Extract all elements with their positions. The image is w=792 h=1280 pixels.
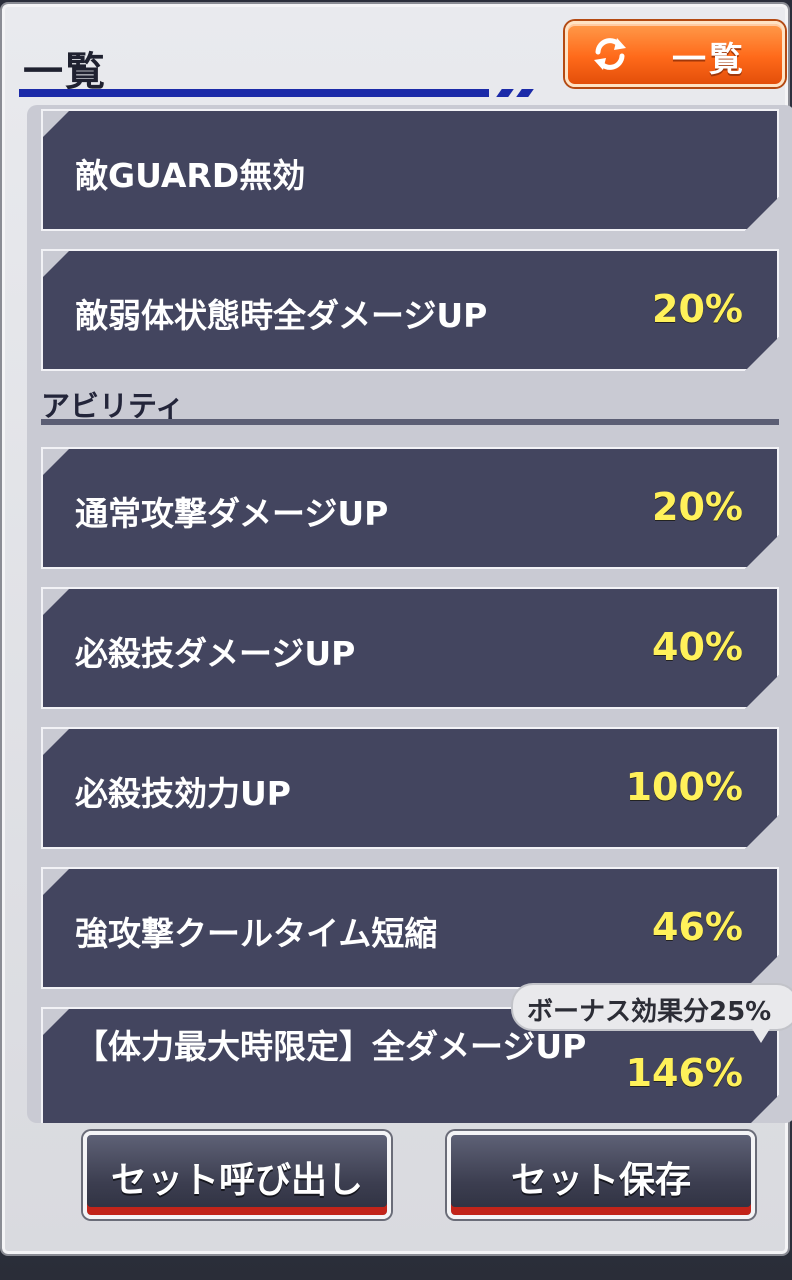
effect-name: 敵弱体状態時全ダメージUP xyxy=(75,296,488,335)
ability-card: 通常攻撃ダメージUP 20% xyxy=(41,447,779,569)
effects-list[interactable]: 敵GUARD無効 敵弱体状態時全ダメージUP 20% アビリティ 通常攻撃ダメー… xyxy=(27,105,792,1123)
bonus-tooltip-text: ボーナス効果分25% xyxy=(527,997,772,1027)
section-divider xyxy=(41,419,779,425)
ability-value: 20% xyxy=(652,485,743,529)
ability-name: 強攻撃クールタイム短縮 xyxy=(75,914,438,953)
load-set-label: セット呼び出し xyxy=(110,1160,363,1201)
ability-value: 146% xyxy=(625,1051,743,1095)
effect-card: 敵弱体状態時全ダメージUP 20% xyxy=(41,249,779,371)
title-underline xyxy=(19,89,489,97)
ability-name: 通常攻撃ダメージUP xyxy=(75,494,389,533)
ability-value: 100% xyxy=(625,765,743,809)
ability-name: 必殺技効力UP xyxy=(75,774,291,813)
bonus-tooltip: ボーナス効果分25% xyxy=(513,985,792,1043)
list-toggle-button[interactable]: 一覧 xyxy=(565,21,785,87)
title-stripe-decoration xyxy=(496,89,514,97)
effect-card: 敵GUARD無効 xyxy=(41,109,779,231)
ability-card: 必殺技ダメージUP 40% xyxy=(41,587,779,709)
refresh-icon xyxy=(594,38,626,70)
save-set-label: セット保存 xyxy=(510,1160,691,1201)
ability-name: 【体力最大時限定】全ダメージUP xyxy=(75,1027,587,1066)
list-toggle-label: 一覧 xyxy=(672,40,746,80)
ability-card: 必殺技効力UP 100% xyxy=(41,727,779,849)
ability-name: 必殺技ダメージUP xyxy=(75,634,356,673)
effect-name: 敵GUARD無効 xyxy=(75,156,306,195)
ability-value: 40% xyxy=(652,625,743,669)
title-stripe-decoration xyxy=(516,89,534,97)
summary-panel: 一覧 一覧 敵GUARD無効 敵弱体状態時全ダメージUP 20% アビリティ 通 xyxy=(2,4,792,1254)
ability-value: 46% xyxy=(652,905,743,949)
save-set-button[interactable]: セット保存 xyxy=(447,1131,755,1219)
ability-card: 強攻撃クールタイム短縮 46% xyxy=(41,867,779,989)
effect-value: 20% xyxy=(652,287,743,331)
load-set-button[interactable]: セット呼び出し xyxy=(83,1131,391,1219)
